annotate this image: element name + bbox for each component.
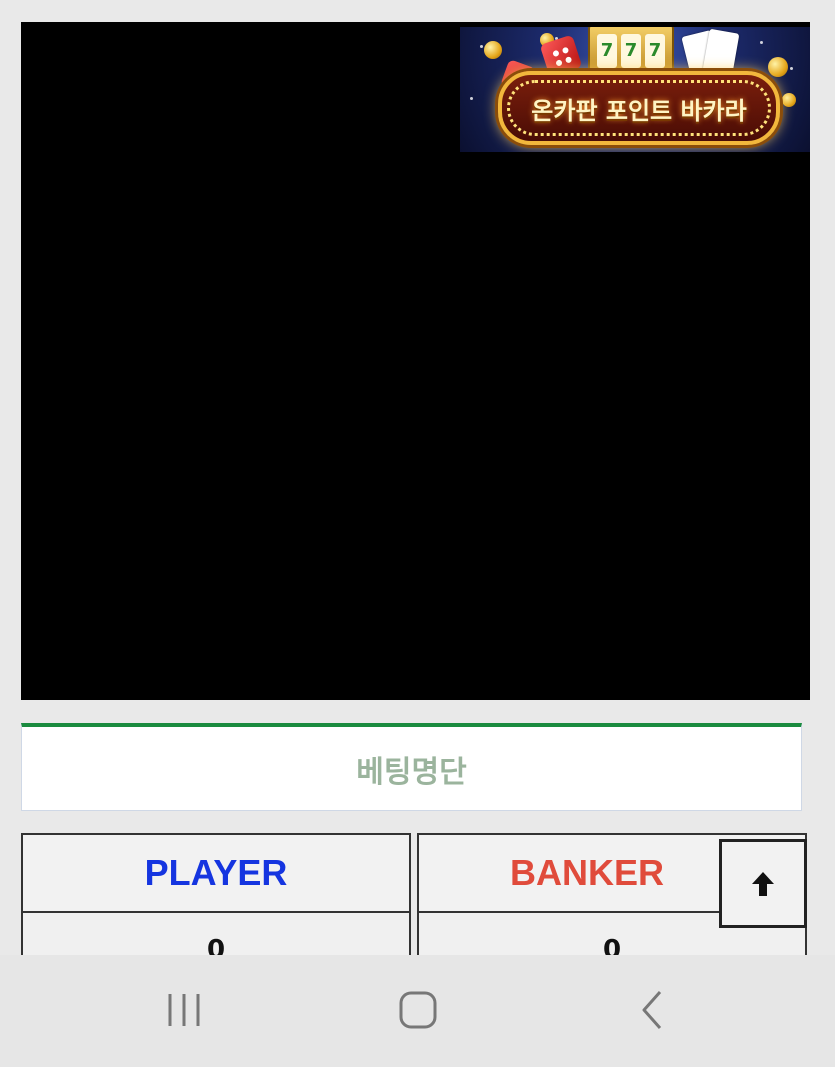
- star-decoration: [790, 67, 793, 70]
- arrow-up-icon: [752, 871, 774, 896]
- star-decoration: [760, 41, 763, 44]
- system-navigation-bar: [0, 955, 835, 1067]
- banner-title: 온카판 포인트 바카라: [531, 96, 747, 125]
- star-decoration: [480, 45, 483, 48]
- star-decoration: [470, 97, 473, 100]
- banner-plaque: 온카판 포인트 바카라: [498, 71, 780, 145]
- recent-apps-button[interactable]: [154, 985, 214, 1035]
- coin-icon: [484, 41, 502, 59]
- coin-icon: [782, 93, 796, 107]
- slot-symbol: 7: [645, 34, 665, 68]
- back-icon: [642, 991, 662, 1029]
- game-video-area[interactable]: 7 7 7 온카판 포인트 바카라: [21, 22, 810, 700]
- back-button[interactable]: [622, 985, 682, 1035]
- playing-card-icon: [702, 28, 740, 76]
- betting-list-tab[interactable]: 베팅명단: [21, 723, 802, 811]
- promo-banner[interactable]: 7 7 7 온카판 포인트 바카라: [460, 27, 810, 152]
- betting-list-label: 베팅명단: [356, 754, 467, 790]
- coin-icon: [768, 57, 788, 77]
- slot-symbol: 7: [621, 34, 641, 68]
- home-icon: [399, 991, 437, 1029]
- player-label[interactable]: PLAYER: [23, 835, 409, 913]
- home-button[interactable]: [388, 985, 448, 1035]
- scroll-to-top-button[interactable]: [719, 839, 807, 928]
- recent-apps-icon: [168, 994, 200, 1026]
- slot-symbol: 7: [597, 34, 617, 68]
